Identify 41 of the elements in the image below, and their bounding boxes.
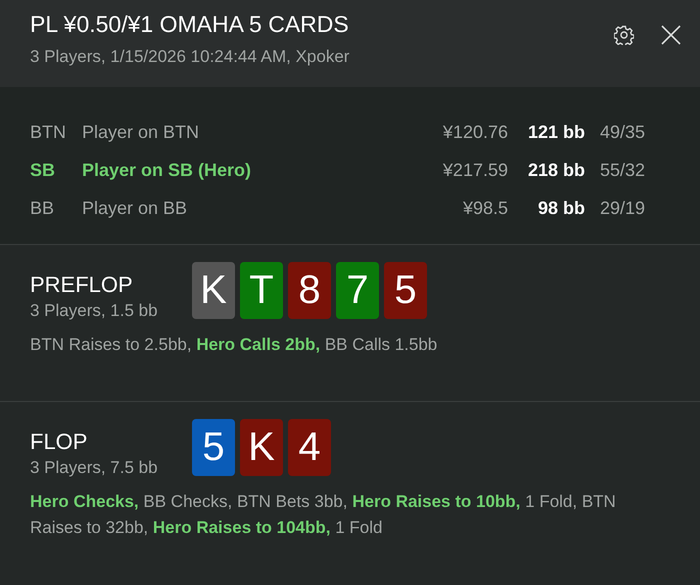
hand-subtitle: 3 Players, 1/15/2026 10:24:44 AM, Xpoker bbox=[30, 47, 350, 67]
action-text: BB Calls 1.5bb bbox=[324, 335, 438, 354]
playing-card: T bbox=[240, 262, 283, 319]
action-text: BB Checks, BTN Bets 3bb, bbox=[143, 492, 348, 511]
action-text: Hero Checks, bbox=[30, 492, 139, 511]
player-name: Player on SB (Hero) bbox=[82, 160, 252, 180]
player-position: BB bbox=[30, 198, 56, 218]
player-stack: ¥98.5 bbox=[462, 198, 508, 218]
hand-title: PL ¥0.50/¥1 OMAHA 5 CARDS bbox=[30, 11, 350, 38]
player-stack-bb: 98 bb bbox=[536, 198, 585, 218]
playing-card: 4 bbox=[288, 419, 331, 476]
player-stats: 29/19 bbox=[599, 198, 645, 218]
player-stack: ¥120.76 bbox=[442, 122, 508, 142]
player-stack: ¥217.59 bbox=[442, 160, 508, 180]
street-summary: 3 Players, 1.5 bb bbox=[30, 301, 159, 321]
street-name: FLOP bbox=[30, 429, 88, 455]
street-summary: 3 Players, 7.5 bb bbox=[30, 458, 159, 478]
action-text: BTN Raises to 2.5bb, bbox=[30, 335, 192, 354]
playing-card: 8 bbox=[288, 262, 331, 319]
player-stats: 55/32 bbox=[599, 160, 645, 180]
player-position: BTN bbox=[30, 122, 67, 142]
action-text: 1 Fold, BTN bbox=[525, 492, 616, 511]
player-name: Player on BB bbox=[82, 198, 188, 218]
street-name: PREFLOP bbox=[30, 272, 134, 298]
player-stats: 49/35 bbox=[599, 122, 645, 142]
playing-card: 5 bbox=[192, 419, 235, 476]
player-stack-bb: 218 bb bbox=[526, 160, 585, 180]
action-text: Hero Calls 2bb, bbox=[196, 335, 320, 354]
settings-icon[interactable] bbox=[614, 25, 634, 45]
action-text: Hero Raises to 10bb, bbox=[352, 492, 520, 511]
action-text: 1 Fold bbox=[335, 518, 382, 537]
close-icon[interactable] bbox=[660, 24, 682, 46]
player-position: SB bbox=[30, 160, 56, 180]
playing-card: 5 bbox=[384, 262, 427, 319]
playing-card: K bbox=[240, 419, 283, 476]
player-stack-bb: 121 bb bbox=[526, 122, 585, 142]
action-text: Hero Raises to 104bb, bbox=[152, 518, 330, 537]
player-name: Player on BTN bbox=[82, 122, 200, 142]
action-text: Raises to 32bb, bbox=[30, 518, 148, 537]
playing-card: 7 bbox=[336, 262, 379, 319]
playing-card: K bbox=[192, 262, 235, 319]
